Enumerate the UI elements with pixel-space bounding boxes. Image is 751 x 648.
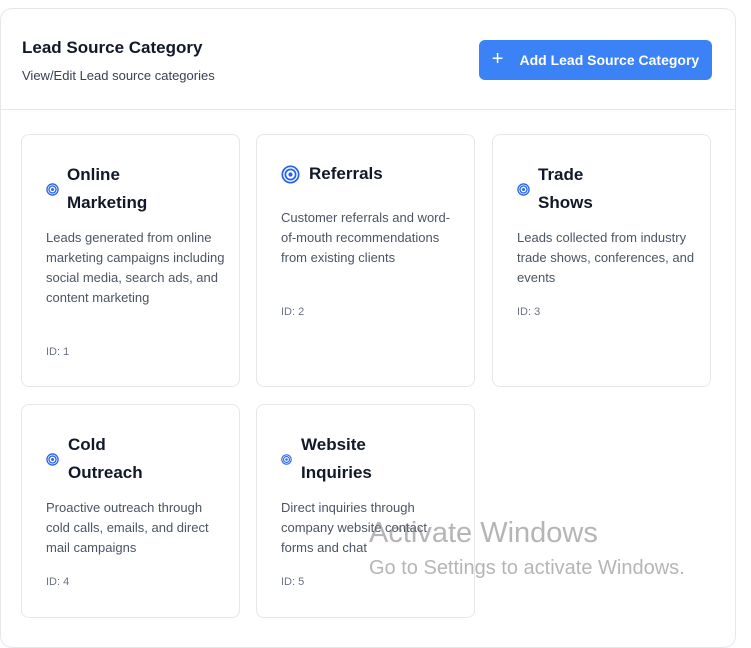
add-lead-source-category-button[interactable]: + Add Lead Source Category [479,40,712,80]
category-card-online-marketing[interactable]: Online Marketing Leads generated from on… [21,134,240,387]
card-description: Leads collected from industry trade show… [517,230,695,285]
add-button-label: Add Lead Source Category [519,52,700,68]
activate-windows-hint: Go to Settings to activate Windows. [369,557,685,579]
card-title: Trade Shows [538,165,593,212]
category-card-trade-shows[interactable]: Trade Shows Leads collected from industr… [492,134,711,387]
target-icon [46,182,59,196]
card-id: ID: 2 [281,306,305,318]
category-card-cold-outreach[interactable]: Cold Outreach Proactive outreach through… [21,404,240,618]
card-description: Leads generated from online marketing ca… [46,230,225,305]
plus-icon: + [491,48,504,70]
card-id: ID: 1 [46,346,70,358]
card-id: ID: 4 [46,576,70,588]
card-title: Website Inquiries [301,435,372,482]
target-icon [46,452,59,466]
card-description: Proactive outreach through cold calls, e… [46,500,209,555]
page-title: Lead Source Category [22,38,203,57]
target-icon [517,182,530,196]
card-id: ID: 3 [517,306,541,318]
card-id: ID: 5 [281,576,305,588]
card-title: Online Marketing [67,165,148,212]
card-description: Customer referrals and word-of-mouth rec… [281,210,451,265]
page-header: Lead Source Category View/Edit Lead sour… [1,9,735,110]
target-icon [281,453,292,465]
page-subtitle: View/Edit Lead source categories [22,68,215,83]
category-card-website-inquiries[interactable]: Website Inquiries Direct inquiries throu… [256,404,475,618]
target-icon [281,164,300,184]
activate-windows-watermark: Activate Windows [369,517,598,549]
category-card-referrals[interactable]: Referrals Customer referrals and word-of… [256,134,475,387]
card-title: Cold Outreach [68,435,143,482]
card-title: Referrals [309,164,383,183]
